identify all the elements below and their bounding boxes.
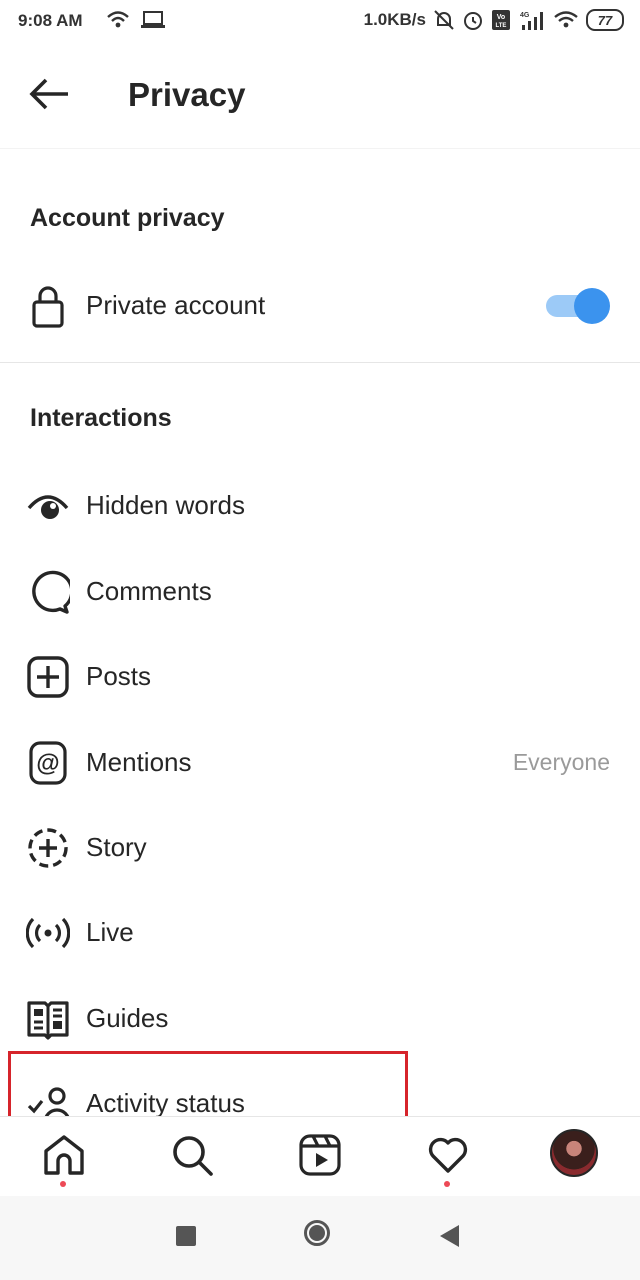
section-heading-account-privacy: Account privacy xyxy=(30,204,225,232)
interaction-item-live[interactable]: Live xyxy=(0,897,640,967)
at-sign-icon: @ xyxy=(29,741,67,785)
wifi-icon xyxy=(107,11,129,28)
list-item-label: Story xyxy=(86,832,147,862)
system-nav-bar xyxy=(0,1196,640,1280)
eye-icon xyxy=(27,495,69,519)
home-icon xyxy=(44,1135,84,1175)
battery-indicator: 77 xyxy=(586,9,624,31)
guides-book-icon xyxy=(27,1001,69,1040)
wifi-icon xyxy=(554,11,578,28)
list-item-label: Comments xyxy=(86,576,212,606)
interaction-item-hidden-words[interactable]: Hidden words xyxy=(0,470,640,540)
top-bar: Privacy xyxy=(0,44,640,149)
live-broadcast-icon xyxy=(26,917,70,949)
svg-text:Vo: Vo xyxy=(497,14,505,21)
plus-square-icon xyxy=(27,656,69,698)
recent-apps-icon[interactable] xyxy=(176,1226,196,1246)
list-item-label: Mentions xyxy=(86,747,192,777)
section-divider xyxy=(0,362,640,363)
private-account-label: Private account xyxy=(86,290,266,320)
bottom-tab-bar xyxy=(0,1116,640,1197)
reels-icon xyxy=(299,1134,341,1176)
svg-text:4G: 4G xyxy=(520,12,530,19)
tab-profile[interactable] xyxy=(538,1117,608,1197)
home-button-icon[interactable] xyxy=(304,1220,330,1246)
notification-dot xyxy=(444,1181,450,1187)
status-bar: 9:08 AM 1.0KB/s Vo LTE 4G 77 xyxy=(0,0,640,44)
comment-bubble-icon xyxy=(32,570,70,614)
volte-icon: Vo LTE xyxy=(492,10,510,30)
mute-bell-icon xyxy=(434,10,454,30)
interaction-item-posts[interactable]: Posts xyxy=(0,641,640,711)
tab-activity[interactable] xyxy=(412,1117,482,1197)
network-speed: 1.0KB/s xyxy=(363,10,426,29)
interaction-item-mentions[interactable]: @ Mentions Everyone xyxy=(0,727,640,797)
interaction-item-comments[interactable]: Comments xyxy=(0,556,640,626)
signal-icon: 4G xyxy=(520,12,543,30)
story-plus-icon xyxy=(28,828,68,868)
svg-text:LTE: LTE xyxy=(496,23,507,29)
profile-avatar xyxy=(550,1129,598,1177)
tab-search[interactable] xyxy=(156,1117,226,1197)
laptop-icon xyxy=(141,11,165,28)
page-title: Privacy xyxy=(128,76,246,113)
list-item-label: Posts xyxy=(86,661,152,691)
notification-dot xyxy=(60,1181,66,1187)
private-account-row[interactable]: Private account xyxy=(0,270,640,340)
list-item-label: Guides xyxy=(86,1003,169,1033)
svg-text:@: @ xyxy=(36,750,59,777)
heart-icon xyxy=(428,1137,468,1173)
system-back-icon[interactable] xyxy=(440,1225,459,1247)
lock-icon xyxy=(32,286,64,328)
interaction-item-guides[interactable]: Guides xyxy=(0,983,640,1053)
alarm-icon xyxy=(464,12,482,30)
search-icon xyxy=(173,1136,213,1176)
section-heading-interactions: Interactions xyxy=(30,404,172,432)
tab-reels[interactable] xyxy=(284,1117,354,1197)
list-item-label: Live xyxy=(86,917,134,947)
status-time: 9:08 AM xyxy=(18,11,83,30)
list-item-label: Hidden words xyxy=(86,490,245,520)
private-account-toggle[interactable] xyxy=(542,288,612,324)
mentions-value: Everyone xyxy=(512,749,610,775)
tab-home[interactable] xyxy=(28,1117,98,1197)
arrow-left-icon[interactable] xyxy=(26,74,74,114)
interaction-item-story[interactable]: Story xyxy=(0,812,640,882)
